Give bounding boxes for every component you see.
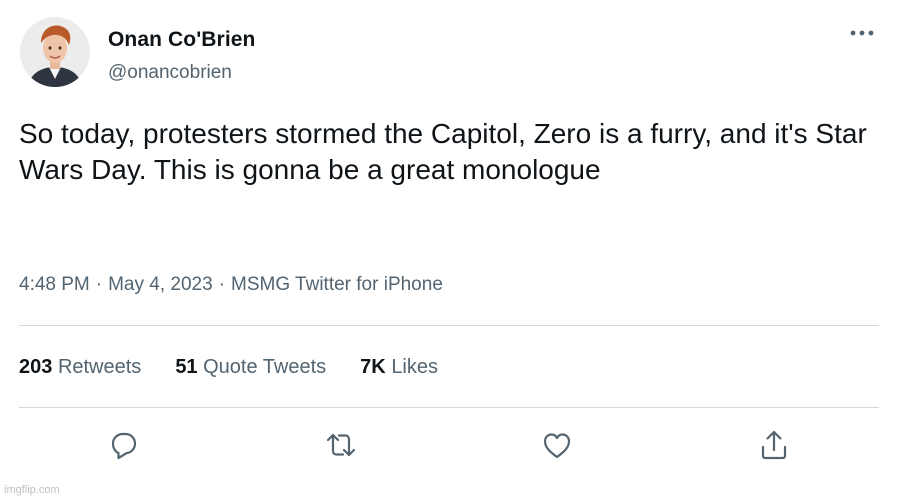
divider — [19, 407, 879, 408]
retweets-stat[interactable]: 203 Retweets — [19, 356, 141, 379]
profile-photo-icon — [20, 17, 90, 87]
meta-separator: · — [218, 274, 225, 295]
share-icon — [761, 430, 787, 460]
retweets-label: Retweets — [57, 356, 142, 378]
likes-count: 7K — [360, 356, 386, 378]
tweet-source[interactable]: MSMG Twitter for iPhone — [231, 274, 443, 295]
tweet-time[interactable]: 4:48 PM — [19, 274, 90, 295]
action-bar — [0, 428, 897, 462]
watermark: imgflip.com — [4, 484, 60, 496]
avatar[interactable] — [20, 17, 90, 87]
meta-separator: · — [95, 274, 103, 295]
display-name[interactable]: Onan Co'Brien — [108, 28, 255, 52]
heart-icon — [543, 433, 571, 459]
retweet-icon — [326, 433, 356, 457]
retweet-button[interactable] — [324, 428, 358, 462]
more-button[interactable] — [848, 24, 876, 42]
divider — [19, 325, 879, 326]
reply-icon — [111, 432, 137, 460]
share-button[interactable] — [757, 428, 791, 462]
more-icon — [850, 30, 874, 36]
tweet-text: So today, protesters stormed the Capitol… — [19, 118, 867, 185]
tweet-card: Onan Co'Brien @onancobrien So today, pro… — [0, 0, 897, 499]
likes-label: Likes — [391, 356, 439, 378]
tweet-stats: 203 Retweets 51 Quote Tweets 7K Likes — [19, 356, 472, 379]
quote-tweets-label: Quote Tweets — [203, 356, 327, 378]
quote-tweets-stat[interactable]: 51 Quote Tweets — [175, 356, 326, 379]
quote-tweets-count: 51 — [175, 356, 198, 378]
likes-stat[interactable]: 7K Likes — [360, 356, 438, 379]
tweet-date[interactable]: May 4, 2023 — [108, 274, 213, 295]
reply-button[interactable] — [107, 428, 141, 462]
retweets-count: 203 — [19, 356, 53, 378]
tweet-meta: 4:48 PM · May 4, 2023 · MSMG Twitter for iPh… — [19, 274, 443, 296]
like-button[interactable] — [540, 428, 574, 462]
handle[interactable]: @onancobrien — [108, 62, 232, 84]
